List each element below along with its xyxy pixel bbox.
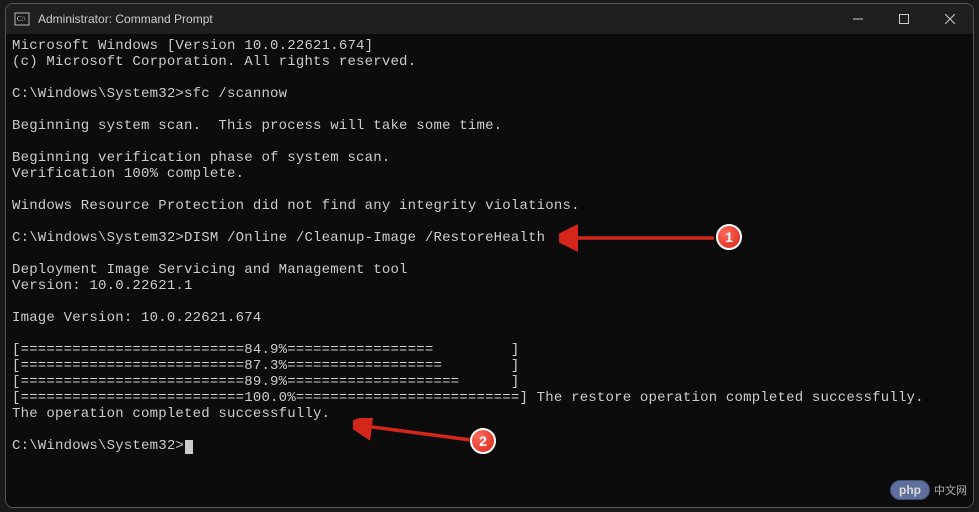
minimize-button[interactable] bbox=[835, 4, 881, 34]
close-button[interactable] bbox=[927, 4, 973, 34]
svg-text:C:\: C:\ bbox=[17, 15, 26, 23]
cmd-window: C:\ Administrator: Command Prompt Micros… bbox=[5, 3, 974, 508]
cursor bbox=[185, 440, 193, 454]
window-title: Administrator: Command Prompt bbox=[38, 12, 835, 26]
watermark: php 中文网 bbox=[890, 480, 967, 500]
window-controls bbox=[835, 4, 973, 34]
cmd-icon: C:\ bbox=[14, 11, 30, 27]
watermark-text: 中文网 bbox=[934, 482, 967, 498]
titlebar[interactable]: C:\ Administrator: Command Prompt bbox=[6, 4, 973, 34]
terminal-output[interactable]: Microsoft Windows [Version 10.0.22621.67… bbox=[6, 34, 973, 507]
maximize-button[interactable] bbox=[881, 4, 927, 34]
watermark-pill: php bbox=[890, 480, 930, 500]
